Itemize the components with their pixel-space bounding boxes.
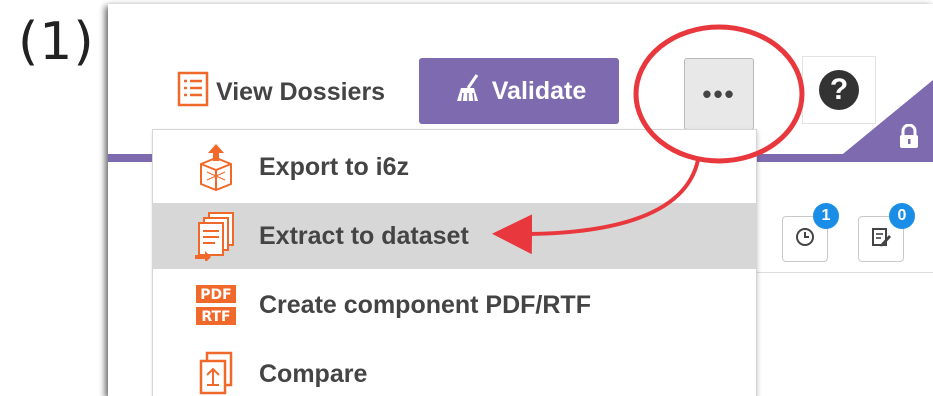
help-button[interactable]: ? xyxy=(802,56,876,124)
validate-label: Validate xyxy=(491,76,587,105)
export-i6z-icon xyxy=(183,142,249,192)
lock-icon[interactable] xyxy=(896,123,922,148)
menu-item-extract-dataset[interactable]: Extract to dataset xyxy=(153,203,756,269)
svg-text:PDF: PDF xyxy=(200,287,231,303)
screenshot-frame: View Dossiers Validate ••• ? 1 0 Export … xyxy=(108,4,933,396)
menu-item-label: Create component PDF/RTF xyxy=(259,290,591,319)
menu-item-create-pdf-rtf[interactable]: PDF RTF Create component PDF/RTF xyxy=(153,272,756,338)
validate-button[interactable]: Validate xyxy=(419,58,619,124)
edit-note-icon xyxy=(870,226,892,253)
view-dossiers-button[interactable]: View Dossiers xyxy=(176,70,385,114)
notes-count-badge: 0 xyxy=(889,203,915,229)
ellipsis-icon: ••• xyxy=(702,78,736,109)
help-icon: ? xyxy=(819,70,859,110)
content-divider xyxy=(748,272,933,273)
menu-item-label: Compare xyxy=(259,359,368,388)
menu-item-label: Export to i6z xyxy=(259,152,410,181)
menu-item-export-i6z[interactable]: Export to i6z xyxy=(153,134,756,200)
menu-item-compare[interactable]: Compare xyxy=(153,341,756,396)
step-label: (1) xyxy=(18,12,95,72)
notes-button[interactable]: 0 xyxy=(858,203,915,262)
more-options-menu: Export to i6z Extract to dataset PDF RTF… xyxy=(152,129,757,396)
view-dossiers-label: View Dossiers xyxy=(216,77,386,106)
broom-icon xyxy=(452,71,486,112)
clock-icon xyxy=(794,226,816,253)
document-list-icon xyxy=(176,71,210,114)
history-count-badge: 1 xyxy=(813,203,839,229)
compare-icon xyxy=(183,349,249,396)
extract-dataset-icon xyxy=(183,211,249,261)
more-options-button[interactable]: ••• xyxy=(684,58,754,130)
history-button[interactable]: 1 xyxy=(782,203,839,262)
pdf-rtf-icon: PDF RTF xyxy=(183,280,249,330)
svg-text:RTF: RTF xyxy=(201,309,230,325)
menu-item-label: Extract to dataset xyxy=(259,221,469,250)
